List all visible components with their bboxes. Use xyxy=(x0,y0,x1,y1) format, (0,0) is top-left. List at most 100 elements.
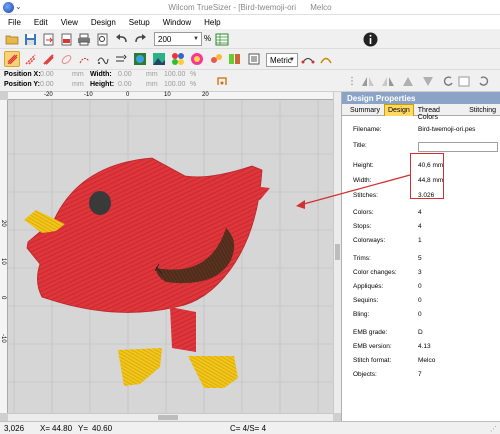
position-x-field[interactable]: 0.00 xyxy=(40,71,54,80)
lock-proportions-icon[interactable] xyxy=(214,73,230,89)
mirror-both-icon[interactable] xyxy=(420,73,436,89)
vertical-scrollbar[interactable] xyxy=(333,92,341,413)
resequence-icon[interactable] xyxy=(246,51,262,67)
ruler-tick: -10 xyxy=(0,334,6,343)
show-outlines-icon[interactable] xyxy=(58,51,74,67)
show-jumps-icon[interactable] xyxy=(112,51,128,67)
status-stitch-count: 3,026 xyxy=(4,424,25,433)
undo-icon[interactable] xyxy=(114,31,130,47)
prop-label: Colors: xyxy=(353,209,374,216)
height-percent-unit: % xyxy=(190,81,197,88)
position-x-unit: mm xyxy=(72,71,84,78)
horizontal-scrollbar[interactable] xyxy=(8,413,333,421)
app-window: ⌄ Wilcom TrueSizer - [Bird-twemoji-ori M… xyxy=(0,0,500,434)
ruler-tick: 10 xyxy=(0,258,6,265)
zoom-select[interactable]: 200 ▼ xyxy=(154,32,202,46)
rotate-left-icon[interactable] xyxy=(440,73,456,89)
resize-grip-icon[interactable]: ⋰ xyxy=(490,425,497,433)
show-function-icon[interactable] xyxy=(94,51,110,67)
prop-value: 5 xyxy=(418,255,422,262)
threads-icon[interactable] xyxy=(208,51,224,67)
mirror-vertical-icon[interactable] xyxy=(380,73,396,89)
color-wheel-icon[interactable] xyxy=(189,51,205,67)
mirror-horizontal-icon[interactable] xyxy=(360,73,376,89)
horizontal-scroll-thumb[interactable] xyxy=(158,415,178,420)
status-bar: 3,026 X= 44.80 Y= 40.60 C= 4/S= 4 ⋰ xyxy=(0,421,500,434)
prop-label: Appliqués: xyxy=(353,283,384,290)
menu-view[interactable]: View xyxy=(61,18,78,27)
menu-design[interactable]: Design xyxy=(91,18,116,27)
prop-value: 1 xyxy=(418,237,422,244)
ruler-tick: 10 xyxy=(164,92,171,98)
grip-icon: ⋮ xyxy=(347,75,357,87)
color-palette-icon[interactable] xyxy=(170,51,186,67)
height-percent-field[interactable]: 100.00 xyxy=(164,81,185,90)
export-icon[interactable] xyxy=(40,31,56,47)
height-unit: mm xyxy=(146,81,158,88)
flip-icon[interactable] xyxy=(400,73,416,89)
vertical-scroll-thumb[interactable] xyxy=(335,244,340,260)
design-canvas[interactable]: -20 -10 0 10 20 20 10 0 -10 xyxy=(0,92,341,421)
redo-icon[interactable] xyxy=(132,31,148,47)
prop-value: 4.13 xyxy=(418,343,431,350)
prop-label: Objects: xyxy=(353,371,377,378)
main-toolbar: 200 ▼ % xyxy=(0,29,500,49)
ruler-tick: 0 xyxy=(0,296,6,300)
open-folder-icon[interactable] xyxy=(4,31,20,47)
show-stitches-icon[interactable] xyxy=(4,51,20,67)
status-y-value: 40.60 xyxy=(92,424,113,433)
prop-label: Colorways: xyxy=(353,237,386,244)
position-y-label: Position Y: xyxy=(4,81,40,88)
position-y-unit: mm xyxy=(72,81,84,88)
width-percent-field[interactable]: 100.00 xyxy=(164,71,185,80)
grid-table-icon[interactable] xyxy=(214,31,230,47)
print-preview-icon[interactable] xyxy=(94,31,110,47)
prop-label: Color changes: xyxy=(353,269,397,276)
show-needle-points-icon[interactable] xyxy=(22,51,38,67)
window-title-text: Wilcom TrueSizer - [Bird-twemoji-ori xyxy=(168,2,296,12)
show-connectors-icon[interactable] xyxy=(76,51,92,67)
prop-value: 0 xyxy=(418,297,422,304)
vertical-ruler: 20 10 0 -10 xyxy=(0,100,8,413)
tab-summary[interactable]: Summary xyxy=(346,104,384,116)
position-x-label: Position X: xyxy=(4,71,41,78)
tab-thread-colors[interactable]: Thread Colors xyxy=(414,104,465,121)
show-background-icon[interactable] xyxy=(151,51,167,67)
zoom-value: 200 xyxy=(158,34,172,44)
curve-tool-icon[interactable] xyxy=(318,51,334,67)
ruler-tick: -20 xyxy=(44,92,53,98)
units-select[interactable]: Metric ▼ xyxy=(266,53,298,67)
rotate-value-icon[interactable] xyxy=(456,73,472,89)
artistic-view-icon[interactable] xyxy=(40,51,56,67)
prop-label: EMB version: xyxy=(353,343,392,350)
show-hoop-icon[interactable] xyxy=(132,51,148,67)
panel-tabs: Summary Design Thread Colors Stitching xyxy=(342,104,500,121)
menu-help[interactable]: Help xyxy=(204,18,220,27)
width-label: Width: xyxy=(90,71,112,78)
prop-label: Title: xyxy=(353,142,367,149)
position-y-field[interactable]: 0.00 xyxy=(40,81,54,90)
width-field[interactable]: 0.00 xyxy=(118,71,132,80)
print-icon[interactable] xyxy=(76,31,92,47)
title-input[interactable] xyxy=(418,142,498,152)
tab-design[interactable]: Design xyxy=(383,104,414,116)
panel-title: Design Properties xyxy=(342,92,500,104)
prop-value: 7 xyxy=(418,371,422,378)
design-properties-panel: Design Properties Summary Design Thread … xyxy=(341,92,500,421)
position-size-bar: Position X: 0.00 mm Position Y: 0.00 mm … xyxy=(0,70,340,92)
rotate-right-icon[interactable] xyxy=(476,73,492,89)
menu-bar: File Edit View Design Setup Window Help xyxy=(0,15,500,29)
menu-file[interactable]: File xyxy=(8,18,21,27)
pdf-icon[interactable] xyxy=(58,31,74,47)
info-icon[interactable] xyxy=(362,31,378,47)
status-x-value: 44.80 xyxy=(52,424,73,433)
menu-setup[interactable]: Setup xyxy=(129,18,150,27)
prop-label: Trims: xyxy=(353,255,371,262)
height-field[interactable]: 0.00 xyxy=(118,81,132,90)
menu-window[interactable]: Window xyxy=(163,18,191,27)
measure-icon[interactable] xyxy=(300,51,316,67)
colorways-icon[interactable] xyxy=(227,51,243,67)
tab-stitching[interactable]: Stitching xyxy=(465,104,500,116)
save-icon[interactable] xyxy=(22,31,38,47)
menu-edit[interactable]: Edit xyxy=(34,18,48,27)
